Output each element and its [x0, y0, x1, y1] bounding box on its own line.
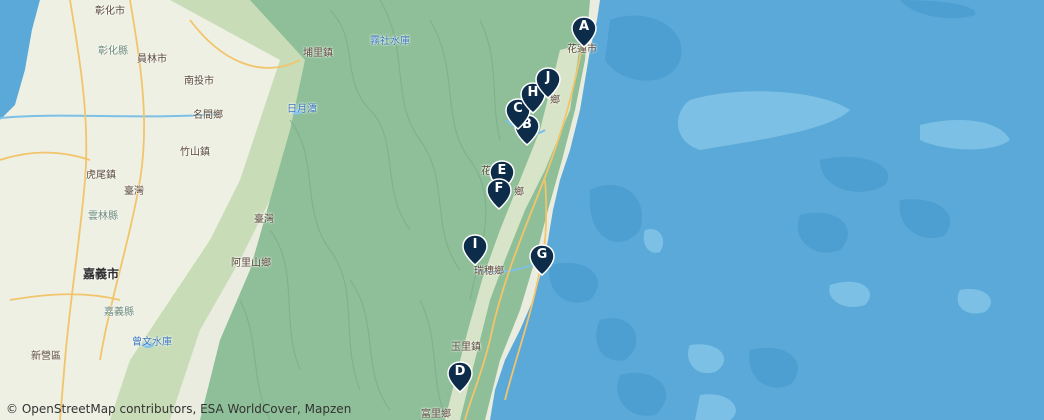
place-label-yuli: 玉里鎮 — [451, 342, 481, 353]
place-label-alishan: 阿里山鄉 — [231, 258, 271, 269]
map-attribution: © OpenStreetMap contributors, ESA WorldC… — [6, 402, 351, 416]
place-label-fenglin: 鄉 — [514, 187, 524, 198]
marker-a[interactable]: A — [571, 16, 597, 48]
marker-e-label: E — [497, 163, 507, 178]
marker-f[interactable]: F — [486, 178, 512, 210]
marker-i-label: I — [472, 237, 478, 252]
place-label-zhushan: 竹山鎮 — [180, 147, 210, 158]
marker-a-label: A — [578, 19, 590, 34]
copyright-symbol: © — [6, 402, 18, 416]
place-label-yunlin: 雲林縣 — [88, 211, 118, 222]
place-label-changhua-county: 彰化縣 — [98, 46, 128, 57]
place-label-mingjian: 名間鄉 — [193, 110, 223, 121]
place-label-chiayi-county: 嘉義縣 — [104, 307, 134, 318]
place-label-chiayi-city: 嘉義市 — [83, 267, 120, 281]
place-label-zengwen-reservoir: 曾文水庫 — [132, 337, 172, 348]
place-label-huwei: 虎尾鎮 — [86, 170, 116, 181]
place-label-changhua: 彰化市 — [95, 6, 125, 17]
marker-i[interactable]: I — [462, 234, 488, 266]
place-label-nantou: 南投市 — [184, 76, 214, 87]
map-viewport[interactable]: 彰化市 彰化縣 員林市 南投市 名間鄉 竹山鎮 虎尾鎮 臺灣 雲林縣 嘉義市 嘉… — [0, 0, 1044, 420]
marker-j-label: J — [545, 70, 551, 85]
place-label-fuli: 富里鄉 — [421, 409, 451, 420]
place-label-taiwan-mountain: 臺灣 — [254, 214, 274, 225]
marker-j[interactable]: J — [535, 67, 561, 99]
marker-d[interactable]: D — [447, 361, 473, 393]
marker-g[interactable]: G — [529, 244, 555, 276]
place-label-xinying: 新營區 — [31, 351, 61, 362]
attribution-text: OpenStreetMap contributors, ESA WorldCov… — [21, 402, 352, 416]
marker-d-label: D — [454, 364, 466, 379]
marker-f-label: F — [494, 181, 504, 196]
place-label-yuanlin: 員林市 — [137, 54, 167, 65]
place-label-puli: 埔里鎮 — [303, 48, 333, 59]
marker-g-label: G — [536, 247, 548, 262]
place-label-taiwan-west: 臺灣 — [124, 186, 144, 197]
place-label-wushe-reservoir: 霧社水庫 — [370, 36, 410, 47]
place-label-sun-moon-lake: 日月潭 — [287, 104, 317, 115]
